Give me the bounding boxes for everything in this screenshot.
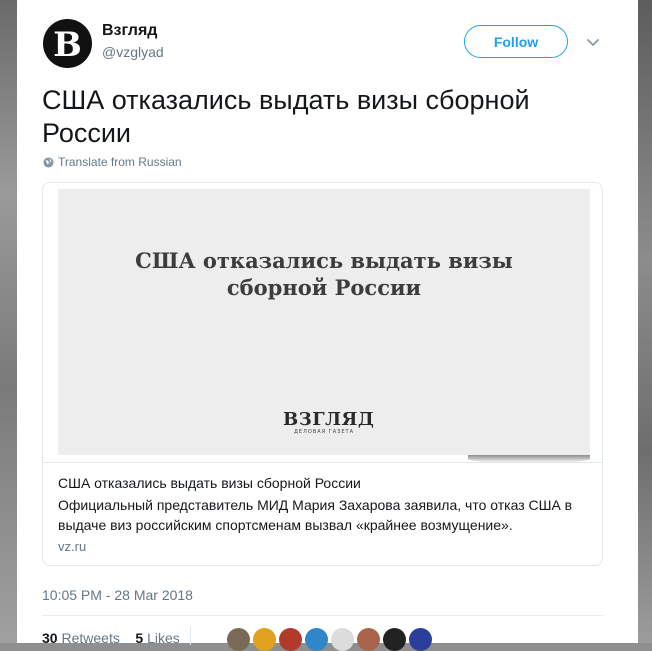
card-divider [43,462,602,463]
liker-avatar[interactable] [409,628,432,651]
likers-avatars [227,628,435,651]
link-card[interactable]: США отказались выдать визы сборной Росси… [42,182,603,566]
retweets-count: 30 [42,630,58,646]
liker-avatar[interactable] [357,628,380,651]
retweets-label: Retweets [61,630,120,646]
chevron-down-icon[interactable] [583,32,603,52]
liker-avatar[interactable] [383,628,406,651]
stats-separator [190,627,191,645]
tweet-timestamp[interactable]: 10:05 PM - 28 Mar 2018 [42,587,193,603]
link-card-description: Официальный представитель МИД Мария Заха… [58,497,573,533]
avatar[interactable]: В [43,19,92,68]
link-preview-image: США отказались выдать визы сборной Росси… [58,189,590,463]
globe-icon [43,156,54,168]
avatar-letter: В [53,24,82,65]
tweet-stats: 30 Retweets 5 Likes [42,630,180,646]
liker-avatar[interactable] [253,628,276,651]
account-name[interactable]: Взгляд [102,22,157,40]
tweet-card: В Взгляд @vzglyad Follow США отказались … [17,0,638,651]
link-card-title[interactable]: США отказались выдать визы сборной Росси… [58,475,361,491]
liker-avatar[interactable] [227,628,250,651]
liker-avatar[interactable] [331,628,354,651]
likes-count: 5 [135,630,144,646]
background-right [638,0,652,643]
likes-stat[interactable]: 5 Likes [135,630,179,646]
preview-title: США отказались выдать визы сборной Росси… [58,247,590,301]
link-card-domain: vz.ru [58,539,87,554]
account-handle[interactable]: @vzglyad [102,44,164,60]
preview-title-line2: сборной России [226,275,422,300]
preview-logo: ВЗГЛЯД [283,409,375,430]
follow-button[interactable]: Follow [464,25,568,58]
tweet-text: США отказались выдать визы сборной Росси… [42,85,530,148]
divider [42,615,603,616]
retweets-stat[interactable]: 30 Retweets [42,630,120,646]
background-left [0,0,18,643]
preview-logo-subtitle: ДЕЛОВАЯ ГАЗЕТА [294,429,354,435]
liker-avatar[interactable] [279,628,302,651]
likes-label: Likes [147,630,180,646]
translate-link[interactable]: Translate from Russian [43,155,182,169]
translate-label: Translate from Russian [58,155,182,169]
preview-title-line1: США отказались выдать визы [135,248,513,273]
liker-avatar[interactable] [305,628,328,651]
